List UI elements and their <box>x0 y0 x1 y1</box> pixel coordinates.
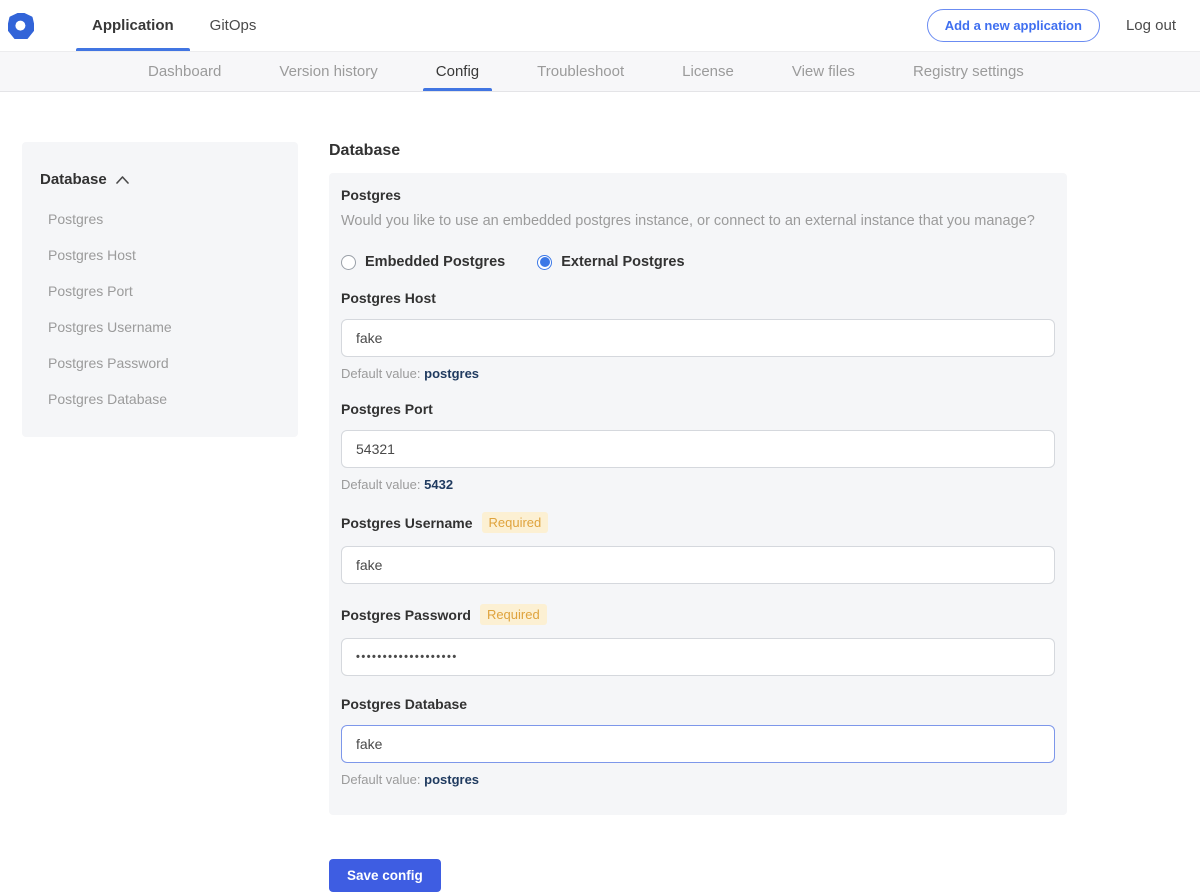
tab-gitops[interactable]: GitOps <box>192 0 275 51</box>
postgres-username-input[interactable] <box>341 546 1055 584</box>
radio-circle-selected-icon[interactable] <box>537 255 552 270</box>
postgres-port-label-row: Postgres Port <box>341 401 1055 417</box>
postgres-host-helper: Default value: postgres <box>341 366 1055 381</box>
postgres-port-default-value: 5432 <box>424 477 453 492</box>
header-right: Add a new application Log out <box>927 0 1176 51</box>
config-sidebar: Database Postgres Postgres Host Postgres… <box>22 142 298 437</box>
tab-application-label: Application <box>92 17 174 34</box>
postgres-port-label: Postgres Port <box>341 401 433 417</box>
subnav-item-config[interactable]: Config <box>436 52 479 91</box>
radio-embedded-postgres-label: Embedded Postgres <box>365 254 505 270</box>
add-application-button[interactable]: Add a new application <box>927 9 1100 42</box>
sidebar-item-postgres-password[interactable]: Postgres Password <box>40 345 280 381</box>
app-subnav: Dashboard Version history Config Trouble… <box>0 52 1200 92</box>
postgres-database-label-row: Postgres Database <box>341 696 1055 712</box>
logout-button[interactable]: Log out <box>1126 17 1176 34</box>
radio-external-postgres[interactable]: External Postgres <box>537 254 684 270</box>
postgres-host-label-row: Postgres Host <box>341 290 1055 306</box>
postgres-password-label-row: Postgres Password Required <box>341 604 1055 625</box>
tab-gitops-label: GitOps <box>210 17 257 34</box>
sidebar-item-postgres-username[interactable]: Postgres Username <box>40 309 280 345</box>
app-header: Application GitOps Add a new application… <box>0 0 1200 52</box>
postgres-host-label: Postgres Host <box>341 290 436 306</box>
postgres-password-input[interactable] <box>341 638 1055 676</box>
postgres-host-default-value: postgres <box>424 366 479 381</box>
subnav-version-history-label: Version history <box>279 63 377 80</box>
subnav-item-view-files[interactable]: View files <box>792 52 855 91</box>
subnav-view-files-label: View files <box>792 63 855 80</box>
sidebar-group-label: Database <box>40 171 107 188</box>
config-main: Database Postgres Would you like to use … <box>329 142 1067 892</box>
subnav-item-registry-settings[interactable]: Registry settings <box>913 52 1024 91</box>
postgres-username-label-row: Postgres Username Required <box>341 512 1055 533</box>
postgres-host-input[interactable] <box>341 319 1055 357</box>
config-group-help: Would you like to use an embedded postgr… <box>341 213 1055 229</box>
postgres-username-label: Postgres Username <box>341 515 473 531</box>
chevron-up-icon <box>116 176 129 184</box>
postgres-host-default-label: Default value: <box>341 366 421 381</box>
subnav-config-label: Config <box>436 63 479 80</box>
config-group-label: Postgres <box>341 187 1055 203</box>
postgres-port-helper: Default value: 5432 <box>341 477 1055 492</box>
replicated-logo-icon <box>8 13 34 39</box>
subnav-dashboard-label: Dashboard <box>148 63 221 80</box>
postgres-database-default-value: postgres <box>424 772 479 787</box>
subnav-registry-settings-label: Registry settings <box>913 63 1024 80</box>
sidebar-group-database[interactable]: Database <box>40 171 280 188</box>
sidebar-item-postgres-port[interactable]: Postgres Port <box>40 273 280 309</box>
page-title: Database <box>329 142 1067 160</box>
config-card: Postgres Would you like to use an embedd… <box>329 173 1067 815</box>
postgres-radio-group: Embedded Postgres External Postgres <box>341 254 1055 270</box>
postgres-database-label: Postgres Database <box>341 696 467 712</box>
subnav-item-troubleshoot[interactable]: Troubleshoot <box>537 52 624 91</box>
sidebar-item-postgres-database[interactable]: Postgres Database <box>40 381 280 417</box>
tab-application[interactable]: Application <box>74 0 192 51</box>
postgres-port-input[interactable] <box>341 430 1055 468</box>
radio-external-postgres-label: External Postgres <box>561 254 684 270</box>
save-config-button[interactable]: Save config <box>329 859 441 892</box>
subnav-item-version-history[interactable]: Version history <box>279 52 377 91</box>
sidebar-item-postgres-host[interactable]: Postgres Host <box>40 237 280 273</box>
sidebar-item-postgres[interactable]: Postgres <box>40 201 280 237</box>
radio-embedded-postgres[interactable]: Embedded Postgres <box>341 254 505 270</box>
subnav-item-dashboard[interactable]: Dashboard <box>148 52 221 91</box>
postgres-password-label: Postgres Password <box>341 607 471 623</box>
subnav-troubleshoot-label: Troubleshoot <box>537 63 624 80</box>
postgres-port-default-label: Default value: <box>341 477 421 492</box>
subnav-license-label: License <box>682 63 734 80</box>
content-area: Database Postgres Postgres Host Postgres… <box>0 92 1200 892</box>
postgres-password-required-badge: Required <box>480 604 547 625</box>
postgres-database-default-label: Default value: <box>341 772 421 787</box>
radio-circle-unselected-icon[interactable] <box>341 255 356 270</box>
logo-wrap <box>8 0 48 51</box>
postgres-username-required-badge: Required <box>482 512 549 533</box>
header-tabs: Application GitOps <box>74 0 274 51</box>
subnav-item-license[interactable]: License <box>682 52 734 91</box>
postgres-database-input[interactable] <box>341 725 1055 763</box>
postgres-database-helper: Default value: postgres <box>341 772 1055 787</box>
sidebar-items: Postgres Postgres Host Postgres Port Pos… <box>40 201 280 417</box>
